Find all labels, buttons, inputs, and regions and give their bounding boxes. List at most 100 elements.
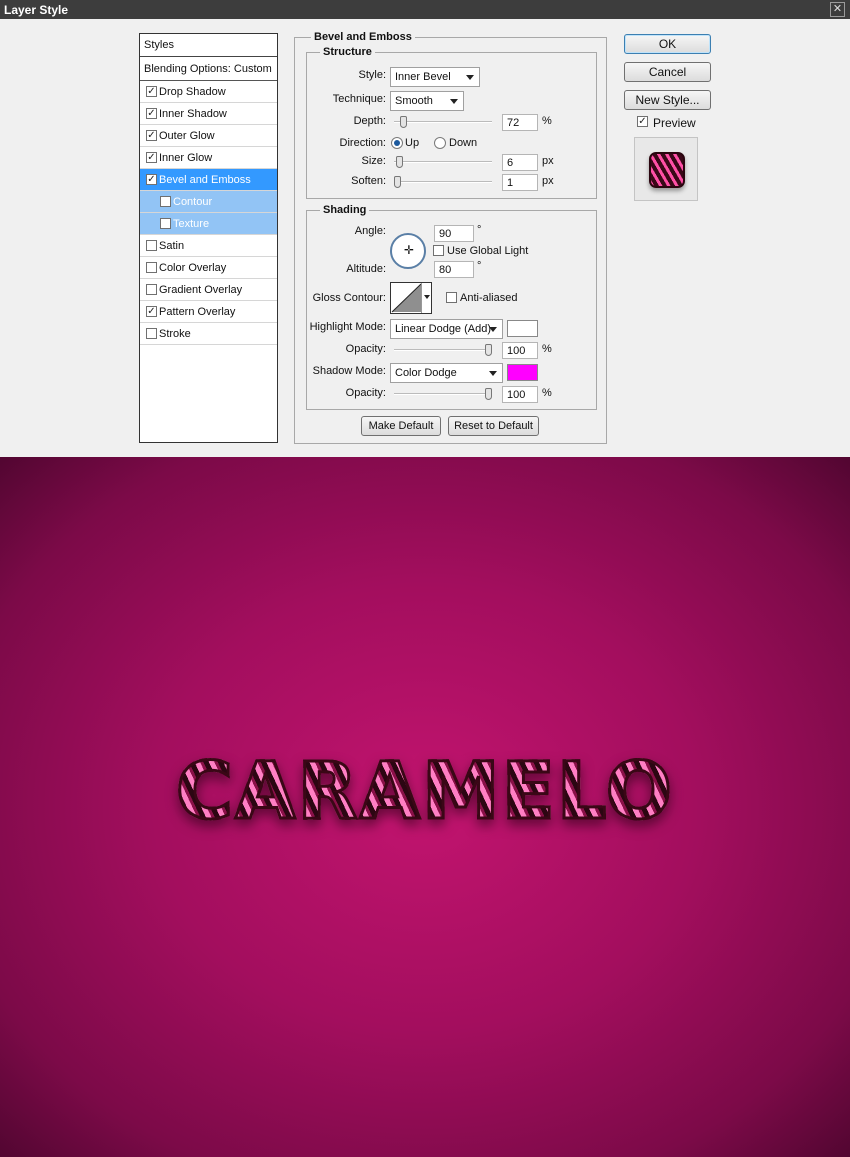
anti-aliased-checkbox[interactable] [446,292,457,303]
style-item-inner-glow[interactable]: ✓ Inner Glow [140,147,277,169]
style-item-contour[interactable]: Contour [140,191,277,213]
style-label: Style: [358,69,386,81]
style-checkbox[interactable]: ✓ [146,152,157,163]
style-checkbox[interactable] [146,328,157,339]
style-item-pattern-overlay[interactable]: ✓ Pattern Overlay [140,301,277,323]
size-slider[interactable] [394,156,492,168]
style-item-outer-glow[interactable]: ✓ Outer Glow [140,125,277,147]
global-light-checkbox[interactable] [433,245,444,256]
shadow-mode-select[interactable]: Color Dodge [390,363,503,383]
layer-style-dialog: Layer Style ✕ Styles Blending Options: C… [0,0,850,457]
preview-swatch [649,152,685,188]
highlight-color-swatch[interactable] [507,320,538,337]
style-item-stroke[interactable]: Stroke [140,323,277,345]
highlight-mode-select[interactable]: Linear Dodge (Add) [390,319,503,339]
preview-thumbnail [634,137,698,201]
highlight-mode-value: Linear Dodge (Add) [395,323,492,335]
close-icon[interactable]: ✕ [830,2,845,17]
shading-title: Shading [320,204,370,216]
make-default-button[interactable]: Make Default [361,416,441,436]
shadow-mode-label: Shadow Mode: [312,365,386,377]
style-item-label: Drop Shadow [159,86,226,98]
highlight-opacity-input[interactable]: 100 [502,342,538,359]
new-style-button[interactable]: New Style... [624,90,711,110]
crosshair-icon: ✛ [404,243,415,257]
ok-button[interactable]: OK [624,34,711,54]
size-slider-thumb[interactable] [395,156,403,168]
shadow-opacity-slider[interactable] [394,388,492,400]
highlight-opacity-slider-thumb[interactable] [485,344,492,356]
style-item-label: Pattern Overlay [159,306,236,318]
preview-checkbox[interactable]: ✓ [637,116,648,127]
angle-dial[interactable]: ✛ [390,233,426,269]
style-item-inner-shadow[interactable]: ✓ Inner Shadow [140,103,277,125]
depth-input[interactable]: 72 [502,114,538,131]
depth-slider[interactable] [394,116,492,128]
style-item-label: Bevel and Emboss [159,174,251,186]
style-checkbox[interactable]: ✓ [146,174,157,185]
shadow-mode-value: Color Dodge [395,367,457,379]
direction-up-label: Up [405,137,420,149]
shadow-opacity-slider-thumb[interactable] [485,388,492,400]
highlight-mode-label: Highlight Mode: [309,321,386,333]
soften-label: Soften: [351,175,386,187]
size-input[interactable]: 6 [502,154,538,171]
preview-label: Preview [653,116,696,130]
direction-up-radio[interactable] [391,137,403,149]
dropdown-arrow-icon [489,327,497,332]
soften-slider[interactable] [394,176,492,188]
chevron-down-icon[interactable] [421,283,431,313]
blending-options-item[interactable]: Blending Options: Custom [140,57,277,81]
style-checkbox[interactable] [146,284,157,295]
reset-to-default-button[interactable]: Reset to Default [448,416,539,436]
style-value: Inner Bevel [395,71,451,83]
depth-slider-thumb[interactable] [400,116,408,128]
style-checkbox[interactable] [160,218,171,229]
style-item-drop-shadow[interactable]: ✓ Drop Shadow [140,81,277,103]
style-item-label: Contour [173,196,213,208]
cancel-button[interactable]: Cancel [624,62,711,82]
technique-select[interactable]: Smooth [390,91,464,111]
contour-curve-icon [391,283,422,313]
style-checkbox[interactable]: ✓ [146,86,157,97]
style-checkbox[interactable] [146,262,157,273]
style-items: ✓ Drop Shadow ✓ Inner Shadow ✓ Outer Glow ✓ Inn… [140,81,277,345]
angle-input[interactable]: 90 [434,225,474,242]
style-item-label: Inner Glow [159,152,213,164]
soften-slider-thumb[interactable] [394,176,401,188]
altitude-label: Altitude: [346,263,386,275]
technique-label: Technique: [332,93,386,105]
angle-label: Angle: [354,225,386,237]
window-title: Layer Style [4,3,69,17]
style-item-bevel-and-emboss[interactable]: ✓ Bevel and Emboss [140,169,277,191]
style-select[interactable]: Inner Bevel [390,67,480,87]
style-checkbox[interactable]: ✓ [146,108,157,119]
style-checkbox[interactable] [160,196,171,207]
direction-down-radio[interactable] [434,137,446,149]
shadow-opacity-input[interactable]: 100 [502,386,538,403]
style-item-label: Texture [173,218,210,230]
style-item-satin[interactable]: Satin [140,235,277,257]
style-checkbox[interactable]: ✓ [146,130,157,141]
styles-header[interactable]: Styles [140,34,277,57]
depth-label: Depth: [353,115,386,127]
soften-input[interactable]: 1 [502,174,538,191]
style-checkbox[interactable] [146,240,157,251]
style-item-gradient-overlay[interactable]: Gradient Overlay [140,279,277,301]
anti-aliased-label: Anti-aliased [460,292,518,304]
direction-down-label: Down [449,137,478,149]
bevel-emboss-title: Bevel and Emboss [311,31,415,43]
altitude-input[interactable]: 80 [434,261,474,278]
size-label: Size: [361,155,386,167]
shadow-opacity-unit: % [542,387,552,399]
gloss-contour-label: Gloss Contour: [312,292,386,304]
shadow-color-swatch[interactable] [507,364,538,381]
altitude-unit: ° [477,260,482,272]
gloss-contour-picker[interactable] [390,282,432,314]
style-item-texture[interactable]: Texture [140,213,277,235]
highlight-opacity-slider[interactable] [394,344,492,356]
style-checkbox[interactable]: ✓ [146,306,157,317]
highlight-opacity-unit: % [542,343,552,355]
highlight-opacity-label: Opacity: [345,343,386,355]
style-item-color-overlay[interactable]: Color Overlay [140,257,277,279]
